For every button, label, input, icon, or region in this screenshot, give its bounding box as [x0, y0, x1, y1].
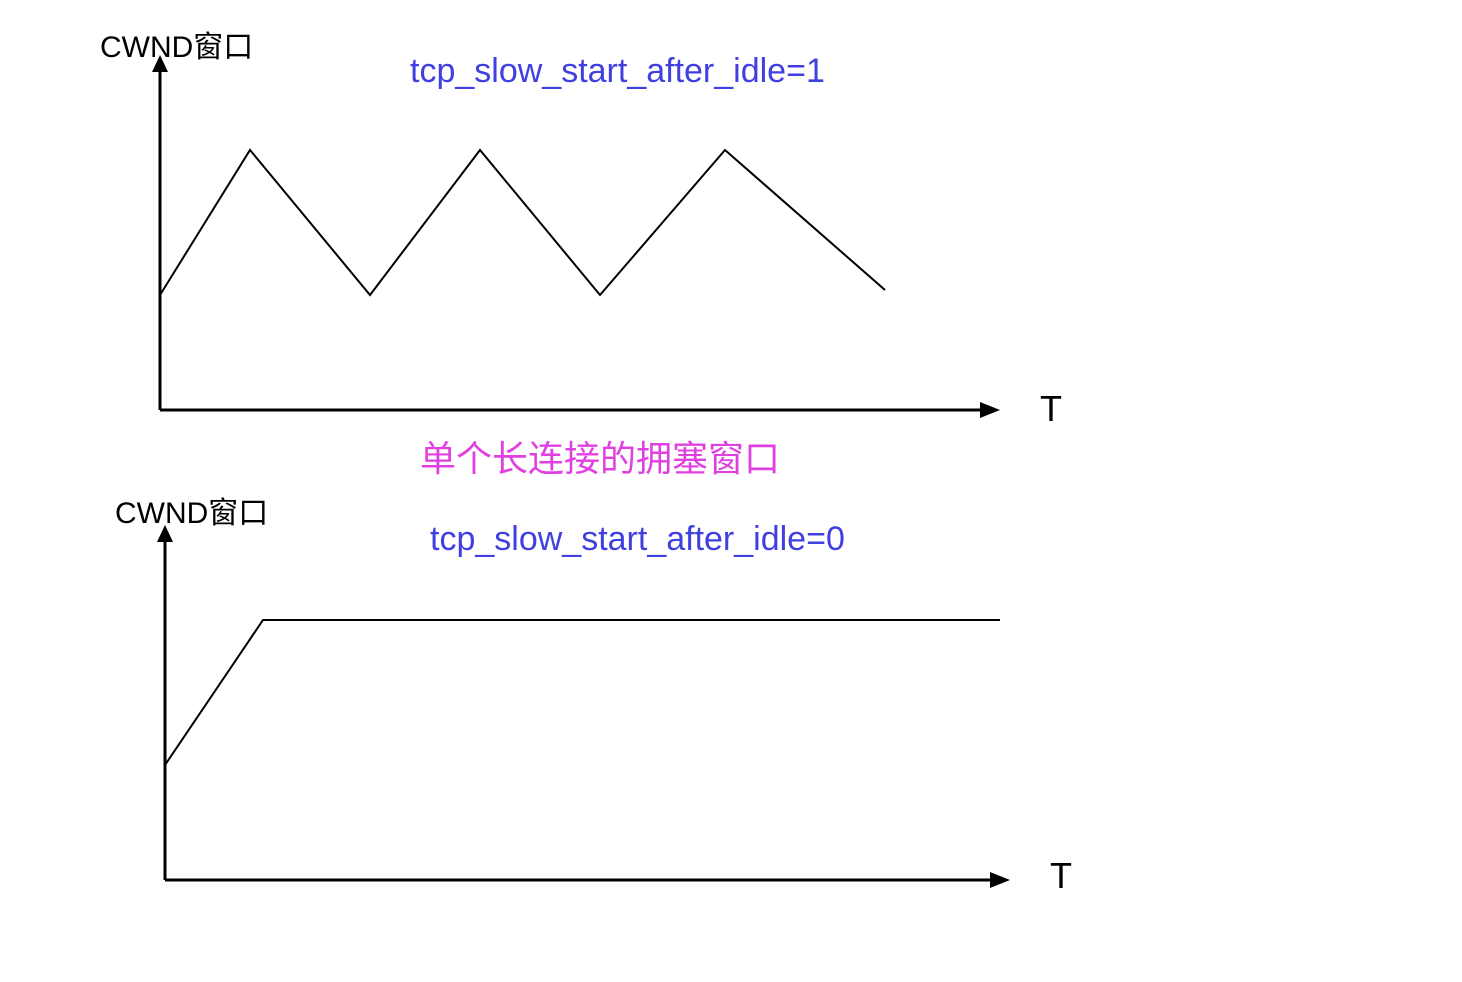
top-data-line	[160, 150, 885, 295]
bottom-chart-svg	[145, 520, 1045, 900]
top-y-axis-arrow-icon	[152, 55, 168, 72]
bottom-x-axis-label: T	[1050, 855, 1072, 897]
bottom-data-line	[165, 620, 1000, 765]
top-x-axis-arrow-icon	[980, 402, 1000, 418]
bottom-y-axis-arrow-icon	[157, 525, 173, 542]
top-x-axis-label: T	[1040, 388, 1062, 430]
center-title: 单个长连接的拥塞窗口	[420, 430, 780, 482]
bottom-x-axis-arrow-icon	[990, 872, 1010, 888]
top-chart-svg	[130, 50, 1030, 430]
